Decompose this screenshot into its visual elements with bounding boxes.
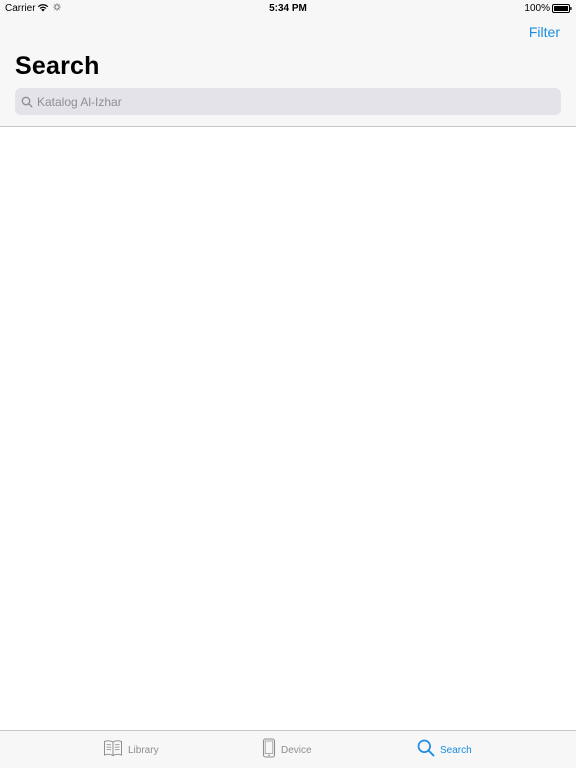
- battery-icon: [552, 4, 572, 16]
- tab-search[interactable]: Search: [417, 739, 472, 761]
- search-icon: [21, 95, 33, 113]
- filter-button[interactable]: Filter: [529, 24, 560, 40]
- tab-library-label: Library: [128, 744, 159, 756]
- search-icon: [417, 739, 435, 762]
- tab-library[interactable]: Library: [103, 739, 159, 761]
- tab-device[interactable]: Device: [262, 737, 312, 763]
- status-time: 5:34 PM: [269, 3, 307, 14]
- navigation-header: Carrier 5:34 PM 100% Filter Search Katal…: [0, 0, 576, 127]
- page-title: Search: [15, 52, 100, 80]
- status-bar: Carrier 5:34 PM 100%: [0, 0, 576, 16]
- search-input[interactable]: [37, 88, 547, 115]
- book-icon: [103, 739, 123, 762]
- tab-search-label: Search: [440, 744, 472, 756]
- battery-percent: 100%: [524, 3, 550, 14]
- tab-device-label: Device: [281, 744, 312, 756]
- device-icon: [262, 737, 276, 763]
- app-screen: Carrier 5:34 PM 100% Filter Search Katal…: [0, 0, 576, 768]
- search-results-area: [0, 127, 576, 730]
- tab-bar: Library Device Search: [0, 730, 576, 768]
- search-bar[interactable]: [15, 88, 561, 115]
